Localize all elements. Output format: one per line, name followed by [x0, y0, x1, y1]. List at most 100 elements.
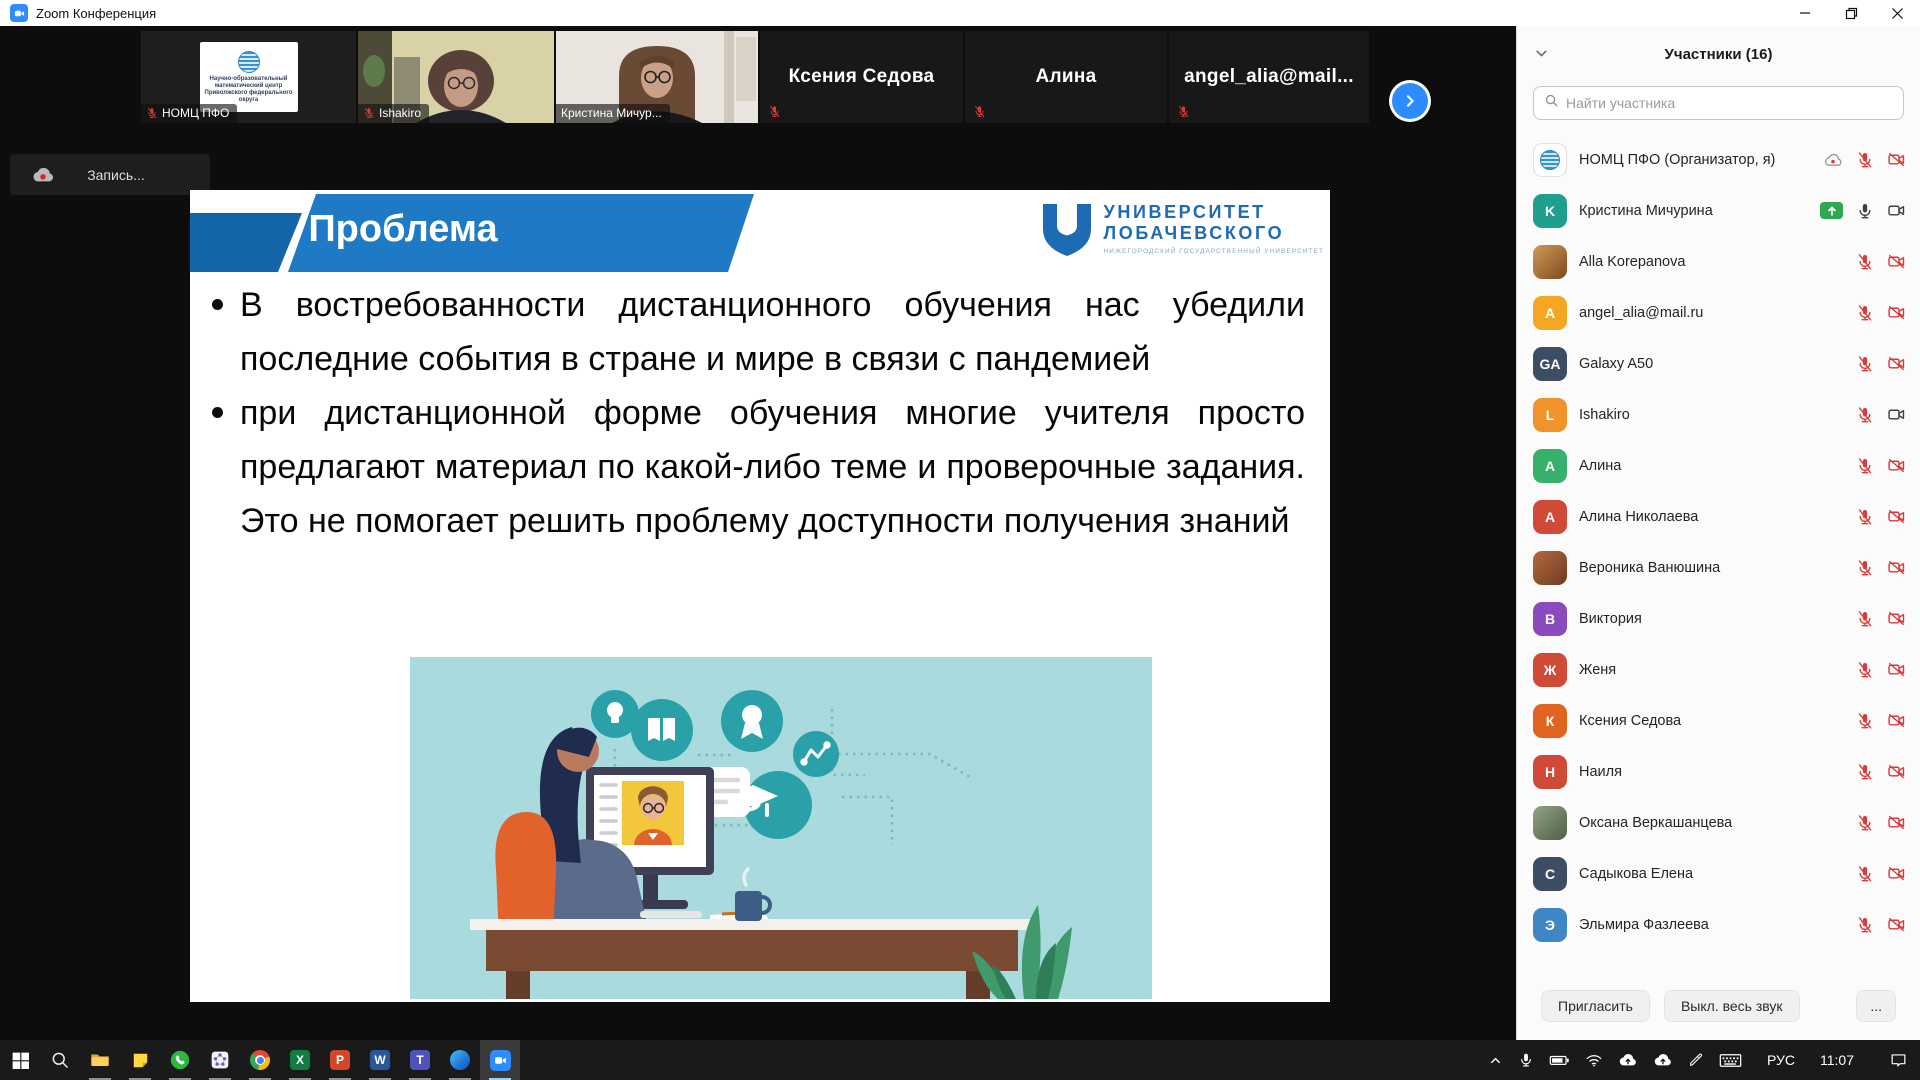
clock[interactable]: 11:07	[1820, 1052, 1854, 1068]
participants-panel: Участники (16) НОМЦ ПФО (Организатор, я)…	[1516, 26, 1920, 1040]
minimize-button[interactable]	[1782, 0, 1828, 26]
participant-row[interactable]: Alla Korepanova	[1533, 236, 1906, 287]
participant-row[interactable]: AАлина Николаева	[1533, 491, 1906, 542]
camera-off-icon	[1887, 303, 1906, 322]
avatar-logo	[1533, 143, 1567, 177]
avatar-initial: A	[1533, 500, 1567, 534]
taskbar-search-icon[interactable]	[40, 1040, 80, 1080]
taskbar-geogebra-icon[interactable]	[200, 1040, 240, 1080]
video-tile[interactable]: Алина	[965, 31, 1167, 123]
mic-muted-icon	[1856, 559, 1874, 577]
chevron-down-icon[interactable]	[1533, 45, 1550, 62]
mic-muted-icon	[1856, 304, 1874, 322]
participant-row[interactable]: KКристина Мичурина	[1533, 185, 1906, 236]
participant-status-icons	[1856, 813, 1906, 832]
slide-bullet: при дистанционной форме обучения многие …	[202, 386, 1305, 548]
mic-muted-icon	[1856, 916, 1874, 934]
shared-slide: Проблема УНИВЕРСИТЕТ ЛОБАЧЕВСКОГО НИЖЕГО…	[190, 190, 1330, 1002]
more-options-button[interactable]: ...	[1856, 990, 1896, 1022]
restore-button[interactable]	[1828, 0, 1874, 26]
taskbar-start-icon[interactable]	[0, 1040, 40, 1080]
recording-cloud-icon	[30, 164, 56, 185]
mic-muted-icon	[1177, 105, 1190, 118]
participant-row[interactable]: Aangel_alia@mail.ru	[1533, 287, 1906, 338]
next-participants-button[interactable]	[1392, 83, 1428, 119]
language-indicator[interactable]: РУС	[1767, 1052, 1795, 1068]
tray-expand-icon[interactable]	[1488, 1053, 1503, 1068]
taskbar-sticky-notes-icon[interactable]	[120, 1040, 160, 1080]
slide-title-banner-accent	[190, 213, 302, 272]
participant-row[interactable]: ККсения Седова	[1533, 695, 1906, 746]
cloud-upload-icon[interactable]	[1653, 1052, 1673, 1068]
avatar-initial: К	[1533, 704, 1567, 738]
slide-title: Проблема	[318, 190, 488, 268]
video-tile[interactable]: angel_alia@mail...	[1169, 31, 1369, 123]
mic-on-icon	[1856, 202, 1874, 220]
recording-indicator: Запись...	[10, 154, 210, 195]
pen-icon[interactable]	[1688, 1052, 1704, 1068]
tile-name-label: Ishakiro	[358, 104, 429, 123]
meeting-area: Научно-образовательныйматематический цен…	[0, 26, 1516, 1040]
mic-muted-icon	[146, 107, 158, 119]
camera-off-icon	[1887, 813, 1906, 832]
taskbar-word-icon[interactable]: W	[360, 1040, 400, 1080]
taskbar-teams-icon[interactable]: T	[400, 1040, 440, 1080]
participant-status-icons	[1856, 507, 1906, 526]
touch-keyboard-icon[interactable]	[1719, 1052, 1742, 1069]
participant-row[interactable]: LIshakiro	[1533, 389, 1906, 440]
system-tray: РУС 11:07	[1488, 1040, 1920, 1080]
taskbar-explorer-icon[interactable]	[80, 1040, 120, 1080]
video-tile[interactable]: Ксения Седова	[760, 31, 963, 123]
participant-name: Alla Korepanova	[1579, 254, 1856, 270]
participant-name: Galaxy A50	[1579, 356, 1856, 372]
participant-row[interactable]: ЖЖеня	[1533, 644, 1906, 695]
notification-center-icon[interactable]	[1889, 1051, 1908, 1070]
participant-row[interactable]: AАлина	[1533, 440, 1906, 491]
slide-bullet: В востребованности дистанционного обучен…	[202, 278, 1305, 386]
participants-list: НОМЦ ПФО (Организатор, я)KКристина Мичур…	[1517, 126, 1920, 978]
cloud-upload-icon[interactable]	[1618, 1052, 1638, 1068]
participant-row[interactable]: Оксана Веркашанцева	[1533, 797, 1906, 848]
microphone-icon[interactable]	[1518, 1052, 1534, 1068]
participant-search-box[interactable]	[1533, 86, 1904, 120]
taskbar-powerpoint-icon[interactable]: P	[320, 1040, 360, 1080]
participant-row[interactable]: НОМЦ ПФО (Организатор, я)	[1533, 134, 1906, 185]
avatar-initial: В	[1533, 602, 1567, 636]
video-tile[interactable]: Ishakiro	[358, 31, 554, 123]
participant-name: Садыкова Елена	[1579, 866, 1856, 882]
participant-status-icons	[1823, 150, 1906, 169]
camera-off-icon	[1887, 609, 1906, 628]
participant-status-icons	[1856, 405, 1906, 424]
mute-all-button[interactable]: Выкл. весь звук	[1664, 990, 1800, 1022]
avatar-photo	[1533, 806, 1567, 840]
taskbar-whatsapp-icon[interactable]	[160, 1040, 200, 1080]
video-tile[interactable]: Кристина Мичур...	[556, 31, 758, 123]
camera-off-icon	[1887, 507, 1906, 526]
taskbar-edge-icon[interactable]	[440, 1040, 480, 1080]
mic-muted-icon	[1856, 151, 1874, 169]
university-logo: УНИВЕРСИТЕТ ЛОБАЧЕВСКОГО НИЖЕГОРОДСКИЙ Г…	[1041, 202, 1324, 263]
participant-row[interactable]: ЭЭльмира Фазлеева	[1533, 899, 1906, 950]
recording-cloud-icon	[1823, 151, 1843, 168]
window-title: Zoom Конференция	[36, 6, 156, 21]
battery-icon[interactable]	[1549, 1052, 1570, 1068]
taskbar-excel-icon[interactable]: X	[280, 1040, 320, 1080]
search-input[interactable]	[1566, 95, 1893, 111]
taskbar-chrome-icon[interactable]	[240, 1040, 280, 1080]
invite-button[interactable]: Пригласить	[1541, 990, 1650, 1022]
participant-row[interactable]: ННаиля	[1533, 746, 1906, 797]
camera-on-icon	[1887, 201, 1906, 220]
participant-status-icons	[1820, 201, 1906, 220]
participant-row[interactable]: Вероника Ванюшина	[1533, 542, 1906, 593]
close-button[interactable]	[1874, 0, 1920, 26]
taskbar-zoom-icon[interactable]	[480, 1040, 520, 1080]
participant-row[interactable]: GAGalaxy A50	[1533, 338, 1906, 389]
participant-name: Женя	[1579, 662, 1856, 678]
windows-taskbar: XPWT РУС 11:07	[0, 1040, 1920, 1080]
video-tile[interactable]: Научно-образовательныйматематический цен…	[141, 31, 356, 123]
participant-row[interactable]: ВВиктория	[1533, 593, 1906, 644]
tile-participant-name: Ксения Седова	[760, 31, 963, 123]
avatar-photo	[1533, 245, 1567, 279]
participant-row[interactable]: ССадыкова Елена	[1533, 848, 1906, 899]
wifi-icon[interactable]	[1585, 1052, 1603, 1068]
